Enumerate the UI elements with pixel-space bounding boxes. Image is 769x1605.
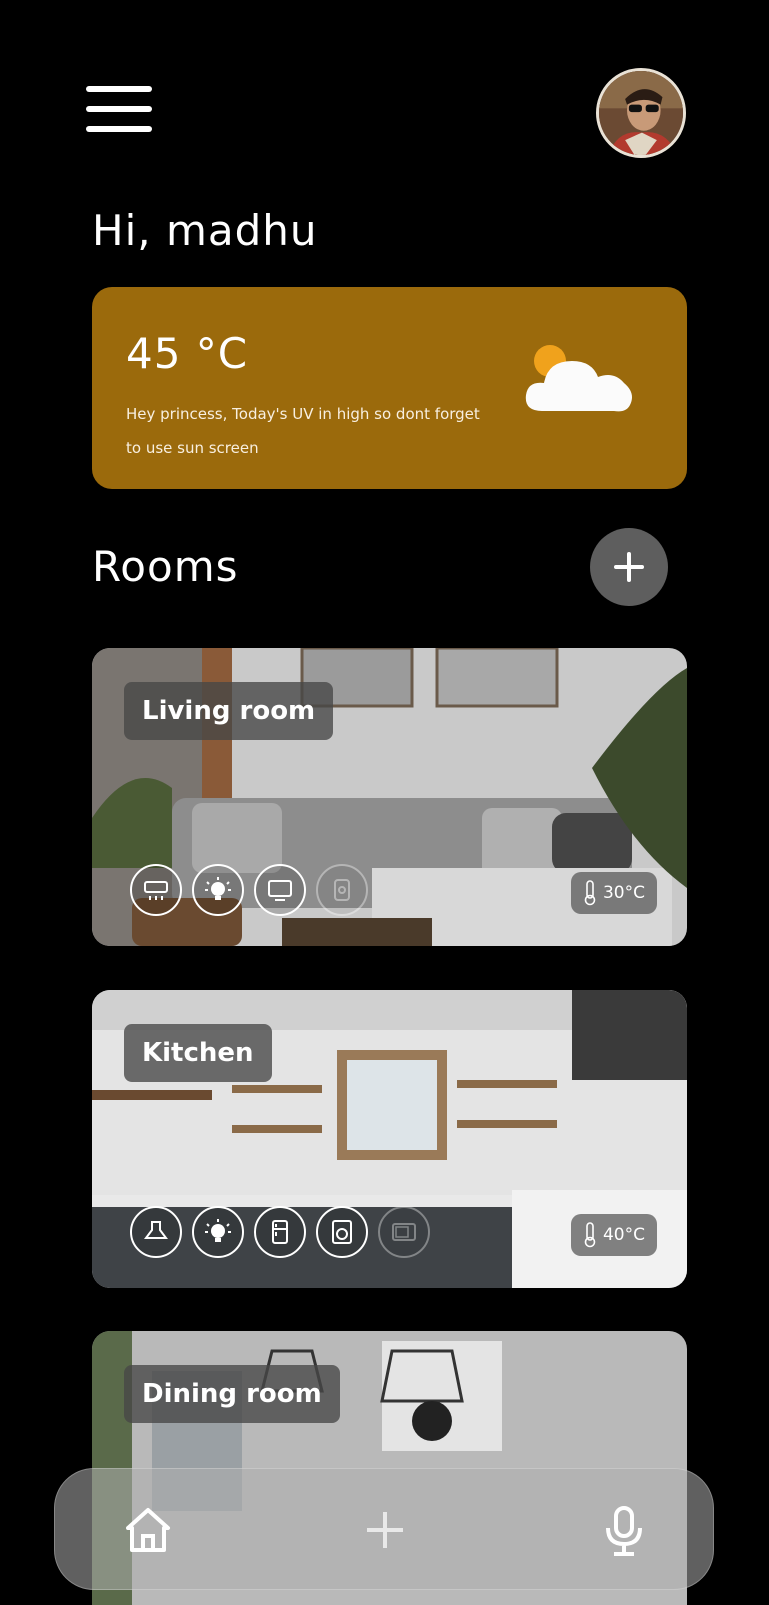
chimney-hood-icon[interactable] (130, 1206, 182, 1258)
rooms-title: Rooms (92, 542, 239, 591)
thermometer-icon (584, 880, 596, 906)
air-conditioner-icon[interactable] (130, 864, 182, 916)
device-controls (130, 1206, 430, 1258)
app-screen: Hi, madhu 45 °C Hey princess, Today's UV… (0, 0, 769, 1605)
hamburger-menu-icon[interactable] (86, 82, 152, 138)
room-name: Dining room (124, 1365, 340, 1423)
tv-icon[interactable] (254, 864, 306, 916)
partly-cloudy-icon (525, 345, 632, 412)
refrigerator-icon[interactable] (254, 1206, 306, 1258)
home-icon[interactable] (113, 1495, 183, 1565)
washing-machine-icon[interactable] (316, 1206, 368, 1258)
microwave-icon[interactable] (378, 1206, 430, 1258)
weather-message: Hey princess, Today's UV in high so dont… (126, 405, 480, 457)
user-photo (599, 71, 683, 155)
room-temperature: 30°C (570, 872, 657, 914)
device-controls (130, 864, 368, 916)
room-name: Kitchen (124, 1024, 272, 1082)
greeting-text: Hi, madhu (92, 206, 318, 255)
light-bulb-icon[interactable] (192, 1206, 244, 1258)
add-icon[interactable] (350, 1495, 420, 1565)
room-temperature-value: 40°C (602, 1225, 645, 1245)
weather-card[interactable]: 45 °C Hey princess, Today's UV in high s… (92, 287, 687, 489)
avatar[interactable] (596, 68, 686, 158)
microphone-icon[interactable] (589, 1495, 659, 1565)
smart-plug-icon[interactable] (316, 864, 368, 916)
bottom-navigation-bar (54, 1468, 714, 1590)
room-card-living-room[interactable]: Living room 30°C (92, 648, 687, 946)
add-room-button[interactable] (590, 528, 668, 606)
room-temperature-value: 30°C (602, 883, 645, 903)
room-name: Living room (124, 682, 334, 740)
room-card-kitchen[interactable]: Kitchen 40°C (92, 990, 687, 1288)
room-temperature: 40°C (570, 1214, 657, 1256)
thermometer-icon (584, 1222, 596, 1248)
weather-temperature: 45 °C (126, 329, 249, 378)
light-bulb-icon[interactable] (192, 864, 244, 916)
